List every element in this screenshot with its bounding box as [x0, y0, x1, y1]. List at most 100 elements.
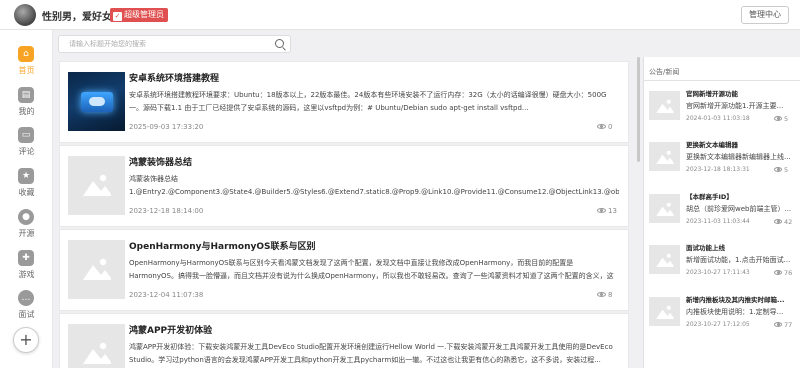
image-placeholder-icon: [656, 150, 674, 164]
article-title[interactable]: OpenHarmony与HarmonyOS联系与区别: [129, 239, 316, 252]
game-icon: ✚: [18, 250, 34, 266]
news-date: 2023-11-03 11:03:44: [686, 218, 750, 225]
article-card[interactable]: 鸿蒙装饰器总结 鸿蒙装饰器总结 1.@Entry2.@Component3.@S…: [59, 145, 629, 227]
article-desc: 安卓系统环境搭建教程环境要求：Ubuntu：18版本以上，22版本最佳。24版本…: [129, 91, 607, 112]
article-card[interactable]: 鸿蒙APP开发初体验 鸿蒙APP开发初体验：下载安装鸿蒙开发工具DevEco S…: [59, 313, 629, 368]
news-thumbnail: [649, 194, 680, 223]
news-item[interactable]: 新增内推板块及其内推实时邮箱... 内推板块使用说明：1.定制导... 2023…: [649, 291, 799, 339]
article-views: 8: [597, 291, 612, 299]
article-date: 2023-12-18 18:14:00: [129, 207, 204, 215]
news-title[interactable]: 【本群高手ID】: [686, 191, 799, 201]
star-icon: ★: [18, 168, 34, 184]
eye-icon: [597, 292, 606, 297]
news-date: 2023-10-27 17:12:05: [686, 321, 750, 328]
eye-icon: [774, 116, 782, 121]
interview-icon: …: [18, 290, 34, 306]
eye-icon: [597, 208, 606, 213]
news-item[interactable]: 【本群高手ID】 胡总（前珍爱网web前端主管）... 2023-11-03 1…: [649, 188, 799, 236]
sidebar-item-label: 我的: [18, 107, 35, 116]
username: 性别男，爱好女: [42, 12, 112, 23]
top-bar: 性别男，爱好女 ✓ 超级管理员 管理中心: [0, 0, 800, 30]
sidebar-item-home[interactable]: ⌂ 首页: [0, 46, 53, 86]
article-desc: 鸿蒙APP开发初体验：下载安装鸿蒙开发工具DevEco Studio配置开发环境…: [129, 343, 613, 364]
news-views: 5: [774, 166, 788, 174]
eye-icon: [597, 124, 606, 129]
article-card[interactable]: OpenHarmony与HarmonyOS联系与区别 OpenHarmony与H…: [59, 229, 629, 311]
image-placeholder-icon: [656, 253, 674, 267]
article-desc: OpenHarmony与HarmonyOS联系与区别今天看鸿蒙文档发现了这两个配…: [129, 259, 614, 280]
admin-center-button[interactable]: 管理中心: [741, 6, 789, 24]
news-thumbnail: [649, 91, 680, 120]
article-views: 13: [597, 207, 617, 215]
article-card[interactable]: 安卓系统环境搭建教程 安卓系统环境搭建教程环境要求：Ubuntu：18版本以上，…: [59, 61, 629, 143]
news-desc: 内推板块使用说明：1.定制导...: [686, 308, 784, 316]
user-icon: ▤: [18, 87, 34, 103]
article-title[interactable]: 鸿蒙APP开发初体验: [129, 323, 212, 336]
eye-icon: [774, 322, 782, 327]
article-thumbnail[interactable]: [68, 324, 125, 368]
sidebar-item-label: 开源: [18, 229, 35, 238]
sidebar-item-label: 首页: [18, 66, 35, 75]
article-thumbnail[interactable]: [68, 72, 125, 131]
article-date: 2023-12-04 11:07:38: [129, 291, 204, 299]
news-title[interactable]: 面试功能上线: [686, 242, 799, 252]
search-input[interactable]: [59, 36, 271, 52]
eye-icon: [774, 219, 782, 224]
news-desc: 新增面试功能，1.点击开始面试...: [686, 256, 791, 264]
sidebar-item-mine[interactable]: ▤ 我的: [0, 87, 53, 127]
divider: [644, 80, 800, 81]
news-thumbnail: [649, 297, 680, 326]
sidebar-item-interview[interactable]: … 面试: [0, 290, 53, 330]
news-views: 76: [774, 269, 792, 277]
article-views: 0: [597, 123, 612, 131]
news-date: 2024-01-03 11:03:18: [686, 115, 750, 122]
open-source-icon: ●: [18, 209, 34, 225]
news-item[interactable]: 官网新增开源功能 官网新增开源功能1.开源主要... 2024-01-03 11…: [649, 85, 799, 133]
news-desc: 官网新增开源功能1.开源主要...: [686, 102, 784, 110]
avatar[interactable]: [14, 4, 36, 26]
sidebar-item-favorites[interactable]: ★ 收藏: [0, 168, 53, 208]
news-panel-title: 公告/新闻: [649, 68, 680, 76]
sidebar-item-game[interactable]: ✚ 游戏: [0, 250, 53, 290]
sidebar-item-label: 游戏: [18, 270, 35, 279]
sidebar-item-open-source[interactable]: ● 开源: [0, 209, 53, 249]
comment-icon: ▭: [18, 127, 34, 143]
article-title[interactable]: 鸿蒙装饰器总结: [129, 155, 192, 168]
news-panel: 公告/新闻 官网新增开源功能 官网新增开源功能1.开源主要... 2024-01…: [643, 57, 800, 368]
add-button[interactable]: +: [13, 327, 39, 353]
scrollbar[interactable]: [637, 57, 641, 367]
admin-badge: ✓ 超级管理员: [110, 8, 168, 22]
cloud-icon: [89, 97, 105, 106]
news-thumbnail: [649, 142, 680, 171]
sidebar: ⌂ 首页 ▤ 我的 ▭ 评论 ★ 收藏 ● 开源 ✚ 游戏 … 面试 +: [0, 30, 53, 368]
sidebar-item-comment[interactable]: ▭ 评论: [0, 127, 53, 167]
eye-icon: [774, 167, 782, 172]
image-placeholder-icon: [83, 258, 111, 280]
image-placeholder-icon: [83, 174, 111, 196]
news-item[interactable]: 更换新文本编辑器 更换新文本编辑器新编辑器上线... 2023-12-18 18…: [649, 136, 799, 184]
news-views: 42: [774, 218, 792, 226]
sidebar-item-label: 评论: [18, 147, 35, 156]
article-desc: 鸿蒙装饰器总结 1.@Entry2.@Component3.@State4.@B…: [129, 175, 619, 196]
eye-icon: [774, 270, 782, 275]
news-date: 2023-10-27 17:11:43: [686, 269, 750, 276]
sidebar-item-label: 面试: [18, 310, 35, 319]
news-item[interactable]: 面试功能上线 新增面试功能，1.点击开始面试... 2023-10-27 17:…: [649, 239, 799, 287]
news-thumbnail: [649, 245, 680, 274]
article-thumbnail[interactable]: [68, 156, 125, 215]
search-bar: [58, 35, 291, 53]
search-icon[interactable]: [275, 39, 284, 48]
news-title[interactable]: 更换新文本编辑器: [686, 139, 799, 149]
badge-icon: ✓: [113, 12, 122, 21]
article-title[interactable]: 安卓系统环境搭建教程: [129, 71, 219, 84]
image-placeholder-icon: [656, 202, 674, 216]
article-thumbnail[interactable]: [68, 240, 125, 299]
article-date: 2025-09-03 17:33:20: [129, 123, 204, 131]
news-views: 5: [774, 115, 788, 123]
news-title[interactable]: 官网新增开源功能: [686, 88, 799, 98]
badge-label: 超级管理员: [124, 10, 164, 19]
scrollbar-thumb[interactable]: [637, 57, 640, 162]
news-desc: 胡总（前珍爱网web前端主管）...: [686, 205, 792, 213]
news-views: 77: [774, 321, 792, 329]
news-title[interactable]: 新增内推板块及其内推实时邮箱...: [686, 294, 799, 304]
